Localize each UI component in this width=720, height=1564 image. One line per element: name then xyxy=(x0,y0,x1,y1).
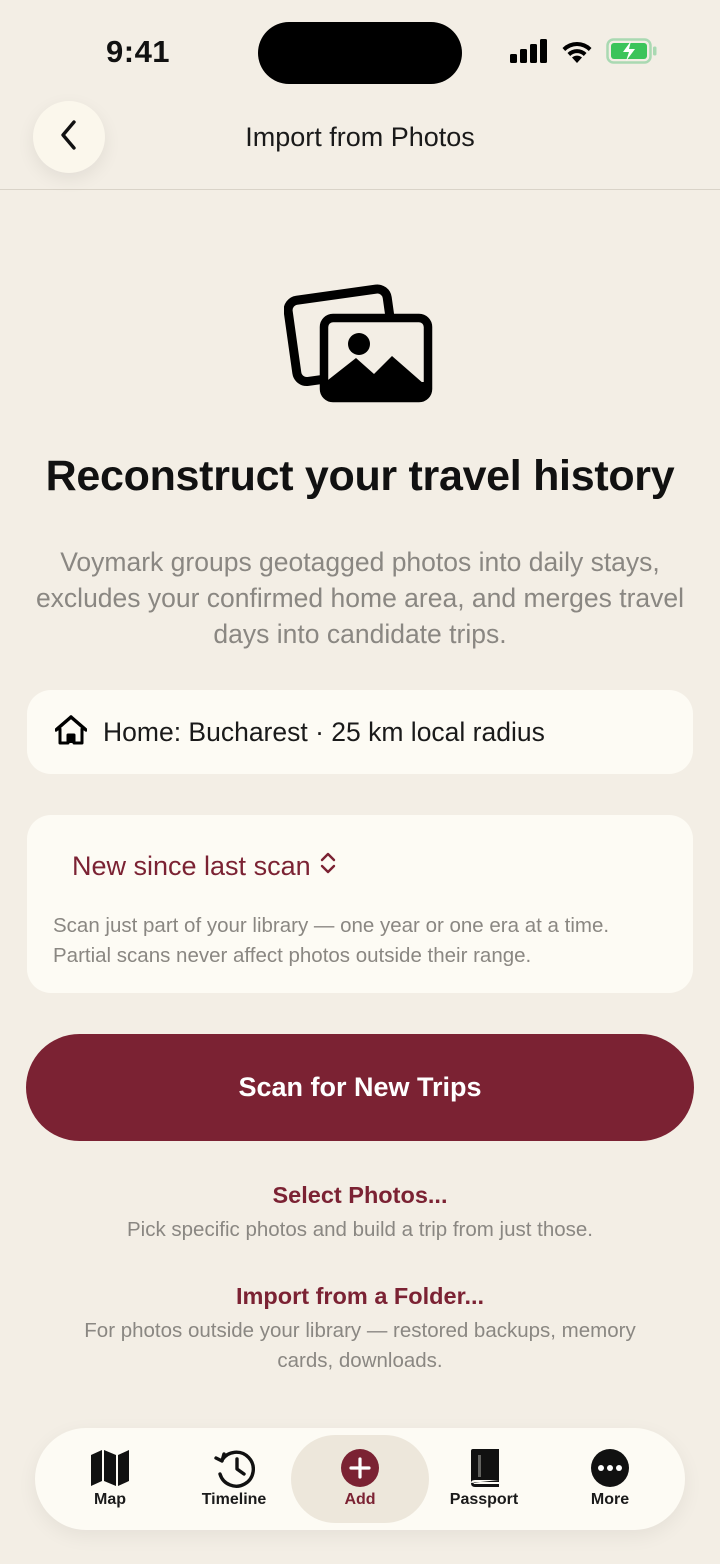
hero-description: Voymark groups geotagged photos into dai… xyxy=(35,547,685,649)
select-photos-description: Pick specific photos and build a trip fr… xyxy=(126,1218,594,1241)
tab-more[interactable]: More xyxy=(545,1428,675,1530)
scan-scope-note-line2: Partial scans never affect photos outsid… xyxy=(53,944,532,967)
wifi-icon xyxy=(560,39,594,69)
scan-scope-value: New since last scan xyxy=(72,851,311,881)
history-clock-icon xyxy=(213,1448,255,1488)
tab-timeline-label: Timeline xyxy=(201,1491,267,1508)
home-area-card[interactable]: Home: Bucharest · 25 km local radius xyxy=(27,690,693,774)
scan-scope-note: Scan just part of your library — one yea… xyxy=(53,911,609,971)
plus-circle-icon xyxy=(340,1448,380,1488)
import-folder-description-line2: cards, downloads. xyxy=(277,1349,443,1372)
scan-scope-picker[interactable]: New since last scan xyxy=(72,851,337,882)
scan-for-new-trips-button[interactable]: Scan for New Trips xyxy=(26,1034,694,1141)
home-area-text: Home: Bucharest · 25 km local radius xyxy=(103,716,545,747)
status-time: 9:41 xyxy=(106,34,171,69)
tab-timeline[interactable]: Timeline xyxy=(169,1428,299,1530)
tab-add-label: Add xyxy=(344,1491,376,1508)
chevron-up-down-icon xyxy=(319,851,337,882)
tab-add[interactable]: Add xyxy=(291,1435,429,1523)
ellipsis-circle-icon xyxy=(590,1448,630,1488)
page-title: Import from Photos xyxy=(245,122,475,152)
cellular-signal-icon xyxy=(510,39,548,68)
scan-scope-card: New since last scan Scan just part of yo… xyxy=(27,815,693,993)
map-icon xyxy=(90,1448,130,1488)
tab-more-label: More xyxy=(590,1491,630,1508)
scan-scope-note-line1: Scan just part of your library — one yea… xyxy=(53,914,610,937)
status-bar: 9:41 xyxy=(0,0,720,100)
photos-stack-icon xyxy=(283,280,436,406)
hero-title: Reconstruct your travel history xyxy=(45,452,675,500)
tab-passport[interactable]: Passport xyxy=(419,1428,549,1530)
tab-map[interactable]: Map xyxy=(45,1428,175,1530)
battery-charging-icon xyxy=(606,38,658,69)
tab-map-label: Map xyxy=(94,1491,126,1508)
status-icons xyxy=(510,38,658,69)
tab-bar: Map Timeline Add Passport More xyxy=(35,1428,685,1530)
import-folder-link[interactable]: Import from a Folder... xyxy=(0,1283,720,1310)
book-icon xyxy=(467,1448,501,1488)
navigation-header: Import from Photos xyxy=(0,100,720,190)
select-photos-link[interactable]: Select Photos... xyxy=(0,1182,720,1209)
dynamic-island xyxy=(258,22,462,84)
import-folder-description-line1: For photos outside your library — restor… xyxy=(84,1319,636,1342)
tab-passport-label: Passport xyxy=(449,1491,519,1508)
import-folder-description: For photos outside your library — restor… xyxy=(40,1316,680,1376)
house-icon xyxy=(54,714,88,750)
